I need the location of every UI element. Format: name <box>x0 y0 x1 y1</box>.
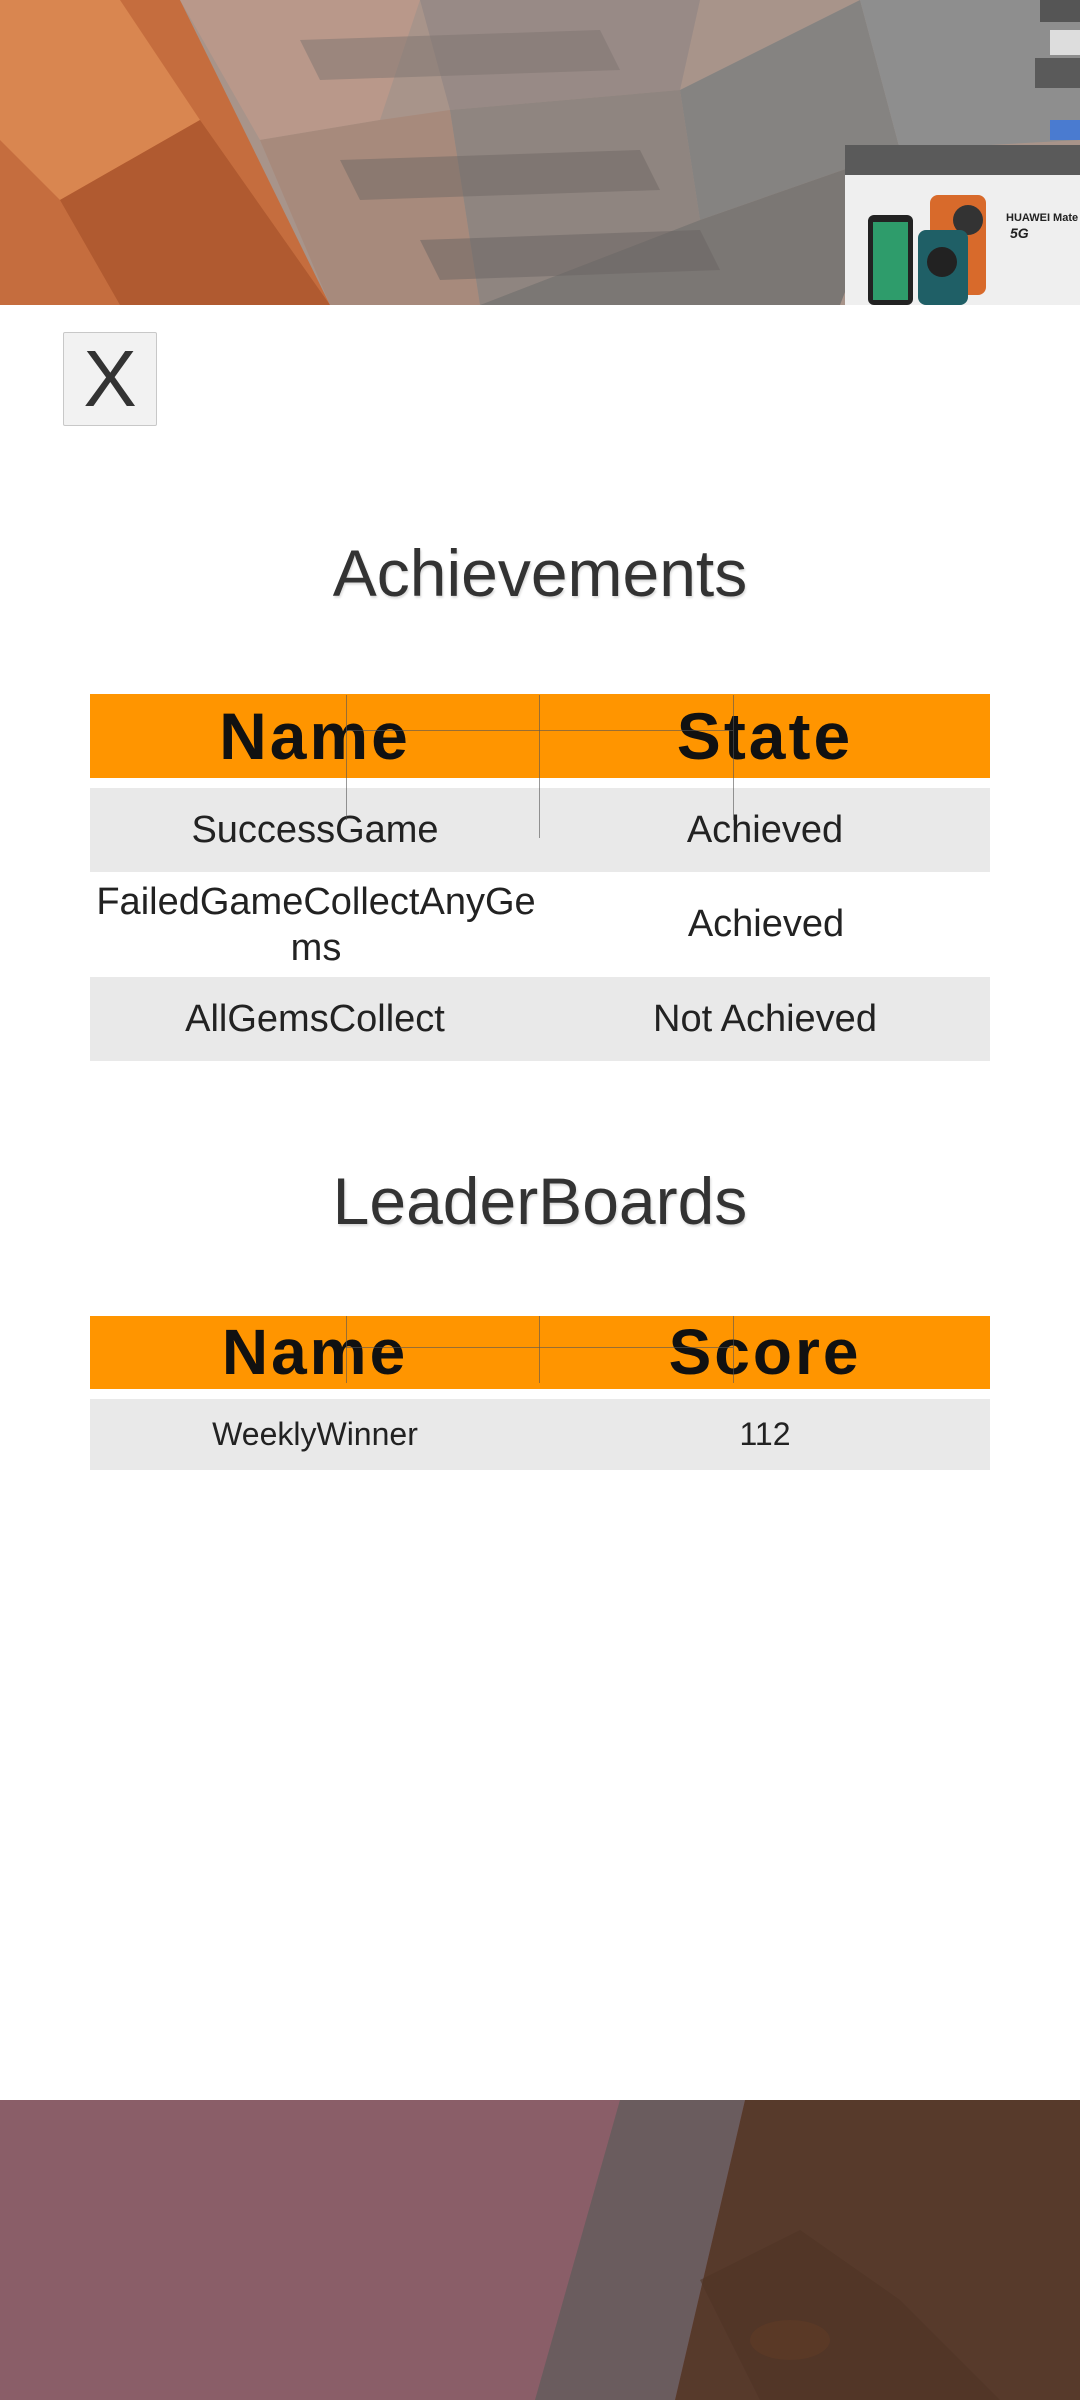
layout-guide-line <box>346 1316 347 1383</box>
ad-brand-text: HUAWEI Mate <box>1006 212 1079 224</box>
achievements-panel: X Achievements Name State SuccessGame Ac… <box>0 305 1080 2100</box>
achievement-state: Not Achieved <box>653 997 877 1040</box>
achievements-header-name: Name <box>219 699 411 773</box>
leaderboards-header-score: Score <box>668 1316 862 1388</box>
achievements-table: Name State SuccessGame Achieved FailedGa… <box>90 694 990 1061</box>
achievement-state: Achieved <box>687 903 845 945</box>
leaderboard-name: WeeklyWinner <box>212 1416 418 1452</box>
achievements-title: Achievements <box>332 536 748 610</box>
leaderboards-title: LeaderBoards <box>332 1164 748 1238</box>
leaderboards-table: Name Score WeeklyWinner 112 <box>90 1316 990 1470</box>
layout-guide-line <box>346 695 347 820</box>
achievement-name: SuccessGame <box>191 808 439 851</box>
achievement-name: FailedGameCollectAnyGems <box>96 880 536 969</box>
layout-guide-line <box>733 695 734 820</box>
achievement-state: Achieved <box>686 808 844 851</box>
leaderboards-header: Name Score <box>90 1316 990 1389</box>
achievements-header-state: State <box>676 699 854 773</box>
table-row: SuccessGame Achieved <box>90 788 990 872</box>
layout-guide-line <box>346 730 733 731</box>
layout-guide-line <box>539 695 540 838</box>
game-scene-top: HUAWEI Mate 5G <box>0 0 1080 305</box>
achievements-header: Name State <box>90 694 990 778</box>
layout-guide-line <box>346 1347 733 1348</box>
close-button[interactable]: X <box>63 332 157 426</box>
achievement-name: AllGemsCollect <box>185 997 445 1040</box>
table-row: AllGemsCollect Not Achieved <box>90 977 990 1061</box>
layout-guide-line <box>733 1316 734 1383</box>
layout-guide-line <box>539 1316 540 1383</box>
table-row: WeeklyWinner 112 <box>90 1399 990 1470</box>
leaderboard-score: 112 <box>739 1416 791 1452</box>
table-row: FailedGameCollectAnyGems Achieved <box>90 872 990 977</box>
leaderboards-header-name: Name <box>221 1316 409 1388</box>
ad-5g-text: 5G <box>1010 225 1029 241</box>
game-scene-bottom <box>0 2100 1080 2400</box>
